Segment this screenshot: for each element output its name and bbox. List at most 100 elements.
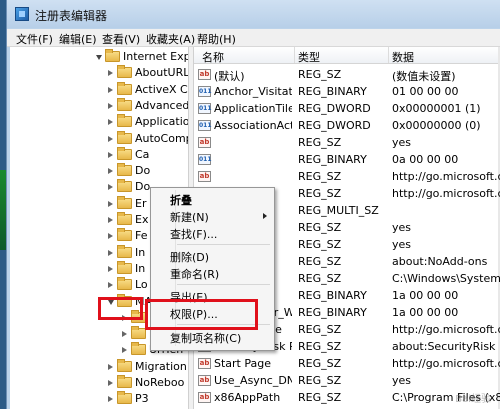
folder-icon <box>117 97 132 111</box>
expand-closed-icon[interactable] <box>108 282 113 289</box>
expand-closed-icon[interactable] <box>108 265 113 272</box>
value-data: http://go.microsoft.com/ <box>392 323 500 336</box>
menu-item-copy-key-name[interactable]: 复制项名称(C) <box>170 330 241 346</box>
string-value-icon: ab <box>198 358 211 369</box>
tree-node-label: Advanced <box>135 98 188 112</box>
value-data: yes <box>392 221 412 234</box>
value-row[interactable]: abUse_Async_DNS REG_SZ yes <box>194 372 500 389</box>
menu-item-collapse[interactable]: 折叠 <box>170 192 192 208</box>
value-type: REG_SZ <box>298 238 342 251</box>
string-value-icon: ab <box>198 69 211 80</box>
binary-value-icon: 011 <box>198 154 212 165</box>
value-data: 01 00 00 00 <box>392 85 459 98</box>
menu-separator <box>177 244 270 245</box>
value-type: REG_BINARY <box>298 289 367 302</box>
expand-open-icon[interactable] <box>96 55 102 60</box>
folder-icon <box>131 326 146 340</box>
expand-closed-icon[interactable] <box>108 249 113 256</box>
value-data: http://go.microsoft.com/ <box>392 187 500 200</box>
expand-closed-icon[interactable] <box>108 102 113 109</box>
tree-node-label: ActiveX Co <box>135 82 188 96</box>
expand-closed-icon[interactable] <box>108 200 113 207</box>
menu-help[interactable]: 帮助(H) <box>197 31 236 47</box>
tree-node-label: In <box>135 261 146 275</box>
expand-closed-icon[interactable] <box>108 70 113 77</box>
column-divider[interactable] <box>294 47 295 63</box>
menu-item-find[interactable]: 查找(F)... <box>170 226 217 242</box>
value-type: REG_DWORD <box>298 102 371 115</box>
expand-closed-icon[interactable] <box>108 233 113 240</box>
expand-closed-icon[interactable] <box>108 135 113 142</box>
value-row[interactable]: 011ApplicationTile... REG_DWORD 0x00000001… <box>194 100 500 117</box>
tree-node-label: Applicatio <box>135 115 188 129</box>
value-data: http://go.microsoft.com/ <box>392 170 500 183</box>
folder-icon <box>117 65 132 79</box>
value-name: Start Page <box>214 357 271 370</box>
value-data: http://go.microsoft.com/ <box>392 357 500 370</box>
folder-icon <box>117 130 132 144</box>
expand-closed-icon[interactable] <box>108 217 113 223</box>
value-type: REG_BINARY <box>298 306 367 319</box>
expand-closed-icon[interactable] <box>108 363 113 370</box>
folder-icon <box>117 375 132 388</box>
menu-view[interactable]: 查看(V) <box>102 31 140 47</box>
value-row[interactable]: 011AssociationActi... REG_DWORD 0x00000000… <box>194 117 500 134</box>
value-row[interactable]: abStart Page REG_SZ http://go.microsoft.co… <box>194 355 500 372</box>
expand-closed-icon[interactable] <box>108 151 113 158</box>
column-header-type[interactable]: 类型 <box>298 49 320 65</box>
menu-separator <box>177 284 270 285</box>
expand-closed-icon[interactable] <box>122 347 127 354</box>
value-data: yes <box>392 136 412 149</box>
folder-icon <box>117 81 132 95</box>
value-type: REG_SZ <box>298 68 342 81</box>
tree-node-label: Do <box>135 164 151 178</box>
expand-closed-icon[interactable] <box>108 168 113 175</box>
binary-value-icon: 011 <box>198 86 212 97</box>
expand-closed-icon[interactable] <box>122 331 127 338</box>
value-row[interactable]: 011Anchor_Visitati... REG_BINARY 01 00 00 … <box>194 83 500 100</box>
value-type: REG_BINARY <box>298 153 367 166</box>
menu-item-rename[interactable]: 重命名(R) <box>170 266 219 282</box>
expand-closed-icon[interactable] <box>108 184 113 191</box>
folder-icon <box>117 195 132 209</box>
column-divider[interactable] <box>388 47 389 63</box>
value-name: Use_Async_DNS <box>214 374 292 387</box>
value-row[interactable]: abx86AppPathREG_SZC:\Program Files (x86)… <box>194 389 500 406</box>
value-type: REG_SZ <box>298 255 342 268</box>
string-value-icon: ab <box>198 375 211 386</box>
folder-icon <box>117 244 132 258</box>
menu-file[interactable]: 文件(F) <box>16 31 53 47</box>
value-type: REG_SZ <box>298 323 342 336</box>
value-type: REG_SZ <box>298 340 342 353</box>
value-row[interactable]: ab REG_SZ http://go.microsoft.com/ <box>194 168 500 185</box>
tree-node-label: Ca <box>135 147 150 161</box>
expand-closed-icon[interactable] <box>108 396 113 403</box>
menu-bar: 文件(F) 编辑(E) 查看(V) 收藏夹(A) 帮助(H) <box>7 29 500 47</box>
menu-item-new[interactable]: 新建(N) <box>170 209 209 225</box>
value-type: REG_SZ <box>298 221 342 234</box>
menu-favorites[interactable]: 收藏夹(A) <box>146 31 195 47</box>
highlight-box-permissions <box>145 299 258 330</box>
tree-node-label: In <box>135 245 146 259</box>
expand-closed-icon[interactable] <box>108 86 113 93</box>
value-row[interactable]: ab REG_SZ yes <box>194 134 500 151</box>
value-name: x86AppPath <box>214 391 281 404</box>
value-row[interactable]: 011 REG_BINARY 0a 00 00 00 <box>194 151 500 168</box>
menu-edit[interactable]: 编辑(E) <box>59 31 97 47</box>
menu-item-delete[interactable]: 删除(D) <box>170 249 209 265</box>
folder-icon <box>117 179 132 193</box>
tree-node-label: Fe <box>135 229 148 243</box>
value-data: C:\Windows\System32\b <box>392 272 500 285</box>
column-header-name[interactable]: 名称 <box>202 49 224 65</box>
list-header: 名称 类型 数据 <box>194 47 500 64</box>
column-header-data[interactable]: 数据 <box>392 49 414 65</box>
title-bar[interactable]: 注册表编辑器 <box>7 0 500 28</box>
expand-closed-icon[interactable] <box>108 380 113 386</box>
binary-value-icon: 011 <box>198 120 212 131</box>
value-name: Anchor_Visitati... <box>214 85 292 98</box>
value-data: about:NoAdd-ons <box>392 255 488 268</box>
value-row[interactable]: ab (默认) REG_SZ (数值未设置) <box>194 66 500 83</box>
tree-node-label: P3 <box>135 392 149 406</box>
expand-closed-icon[interactable] <box>108 119 113 126</box>
folder-icon <box>117 277 132 291</box>
